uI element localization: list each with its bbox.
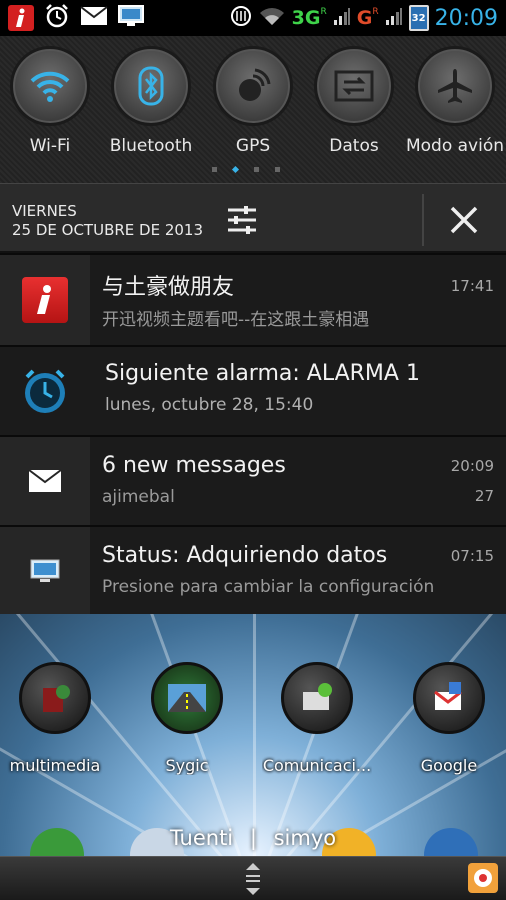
google-folder-icon xyxy=(413,662,485,734)
quick-settings-panel: Wi-Fi Bluetooth GPS Datos Modo avión xyxy=(0,36,506,183)
sygic-icon xyxy=(151,662,223,734)
carrier-2: simyo xyxy=(273,826,337,850)
wallpaper-ray xyxy=(253,614,256,856)
notification-time: 20:09 xyxy=(450,457,494,475)
toggle-data[interactable]: Datos xyxy=(304,46,404,156)
bluetooth-icon xyxy=(138,66,164,106)
page-dot-active xyxy=(231,165,240,174)
page-indicator xyxy=(212,165,280,174)
toggle-label: Datos xyxy=(329,136,379,156)
notification-subtitle: Presione para cambiar la configuración xyxy=(102,577,435,597)
multimedia-folder-icon xyxy=(19,662,91,734)
network-type-2: G xyxy=(356,7,373,29)
notification-title: Status: Adquiriendo datos xyxy=(102,543,388,568)
carrier-label: Tuenti | simyo xyxy=(0,826,506,850)
toggle-label: GPS xyxy=(235,136,271,156)
toggle-gps[interactable]: GPS xyxy=(203,46,303,156)
weekday: VIERNES xyxy=(12,202,77,220)
notification-title: Siguiente alarma: ALARMA 1 xyxy=(105,361,420,386)
wifi-icon xyxy=(30,71,70,102)
gps-icon xyxy=(239,68,271,101)
app-label: Google xyxy=(420,756,478,775)
airplane-icon xyxy=(438,69,472,103)
notification-title: 与土豪做朋友 xyxy=(102,275,235,300)
app-multimedia[interactable]: multimedia xyxy=(0,662,110,775)
carrier-separator: | xyxy=(249,826,257,850)
toggle-label: Wi-Fi xyxy=(29,136,71,156)
monitor-icon xyxy=(30,559,60,582)
alarm-clock-icon xyxy=(25,369,65,413)
toggle-label: Bluetooth xyxy=(109,136,193,156)
date-bar: VIERNES 25 DE OCTUBRE DE 2013 xyxy=(0,183,506,253)
signal-icon xyxy=(333,6,351,30)
drag-handle[interactable] xyxy=(240,861,266,897)
toggle-airplane-mode[interactable]: Modo avión xyxy=(405,46,505,156)
carrier-1: Tuenti xyxy=(169,826,234,850)
communications-folder-icon xyxy=(281,662,353,734)
notification-time: 07:15 xyxy=(450,547,494,565)
clear-notifications-button[interactable] xyxy=(442,198,486,242)
info-app-icon xyxy=(22,277,68,323)
notification-count: 27 xyxy=(474,487,494,505)
network-type-1: 3G xyxy=(291,7,321,29)
app-shortcut-icon[interactable] xyxy=(468,863,498,893)
page-dot xyxy=(275,167,280,172)
alarm-clock-icon xyxy=(44,3,70,33)
monitor-icon xyxy=(118,5,144,31)
notification-time: 17:41 xyxy=(450,277,494,295)
app-google[interactable]: Google xyxy=(394,662,504,775)
roaming-marker-2: R xyxy=(372,7,379,17)
roaming-marker-1: R xyxy=(320,7,327,17)
full-date: 25 DE OCTUBRE DE 2013 xyxy=(12,221,204,239)
sync-icon xyxy=(230,5,252,31)
app-comunicaciones[interactable]: Comunicaci... xyxy=(262,662,372,775)
notification-subtitle: lunes, octubre 28, 15:40 xyxy=(105,395,314,415)
drag-handle-bar[interactable] xyxy=(0,856,506,900)
battery-icon: 32 xyxy=(408,5,429,31)
close-icon xyxy=(450,206,478,234)
sliders-icon xyxy=(228,206,256,234)
toggle-bluetooth[interactable]: Bluetooth xyxy=(101,46,201,156)
settings-button[interactable] xyxy=(222,200,262,240)
drag-handle-icon xyxy=(246,863,260,895)
toggle-label: Modo avión xyxy=(405,136,505,156)
app-label: multimedia xyxy=(9,756,101,775)
notification-item[interactable]: Siguiente alarma: ALARMA 1 lunes, octubr… xyxy=(0,345,506,435)
app-label: Comunicaci... xyxy=(262,756,372,775)
notification-item[interactable]: Status: Adquiriendo datos Presione para … xyxy=(0,525,506,614)
notification-item[interactable]: 与土豪做朋友 开迅视频主题看吧--在这跟土豪相遇 17:41 xyxy=(0,253,506,345)
app-sygic[interactable]: Sygic xyxy=(132,662,242,775)
notification-subtitle: ajimebal xyxy=(102,487,175,507)
divider xyxy=(422,194,424,246)
notification-title: 6 new messages xyxy=(102,453,286,478)
data-transfer-icon xyxy=(334,70,374,102)
notification-subtitle: 开迅视频主题看吧--在这跟土豪相遇 xyxy=(102,310,370,330)
wifi-icon xyxy=(258,5,286,31)
email-icon xyxy=(28,469,62,492)
info-app-icon xyxy=(8,5,34,31)
email-icon xyxy=(80,6,108,30)
battery-level: 32 xyxy=(411,12,426,24)
app-label: Sygic xyxy=(165,756,209,775)
clock: 20:09 xyxy=(434,5,498,31)
status-bar: 3G R G R 32 20:09 xyxy=(0,0,506,36)
page-dot xyxy=(212,167,217,172)
notification-item[interactable]: 6 new messages ajimebal 20:09 27 xyxy=(0,435,506,525)
home-screen-background: multimedia Sygic Comunicaci... Google Tu… xyxy=(0,614,506,856)
signal-icon-2 xyxy=(385,6,403,30)
toggle-wifi[interactable]: Wi-Fi xyxy=(0,46,100,156)
page-dot xyxy=(254,167,259,172)
